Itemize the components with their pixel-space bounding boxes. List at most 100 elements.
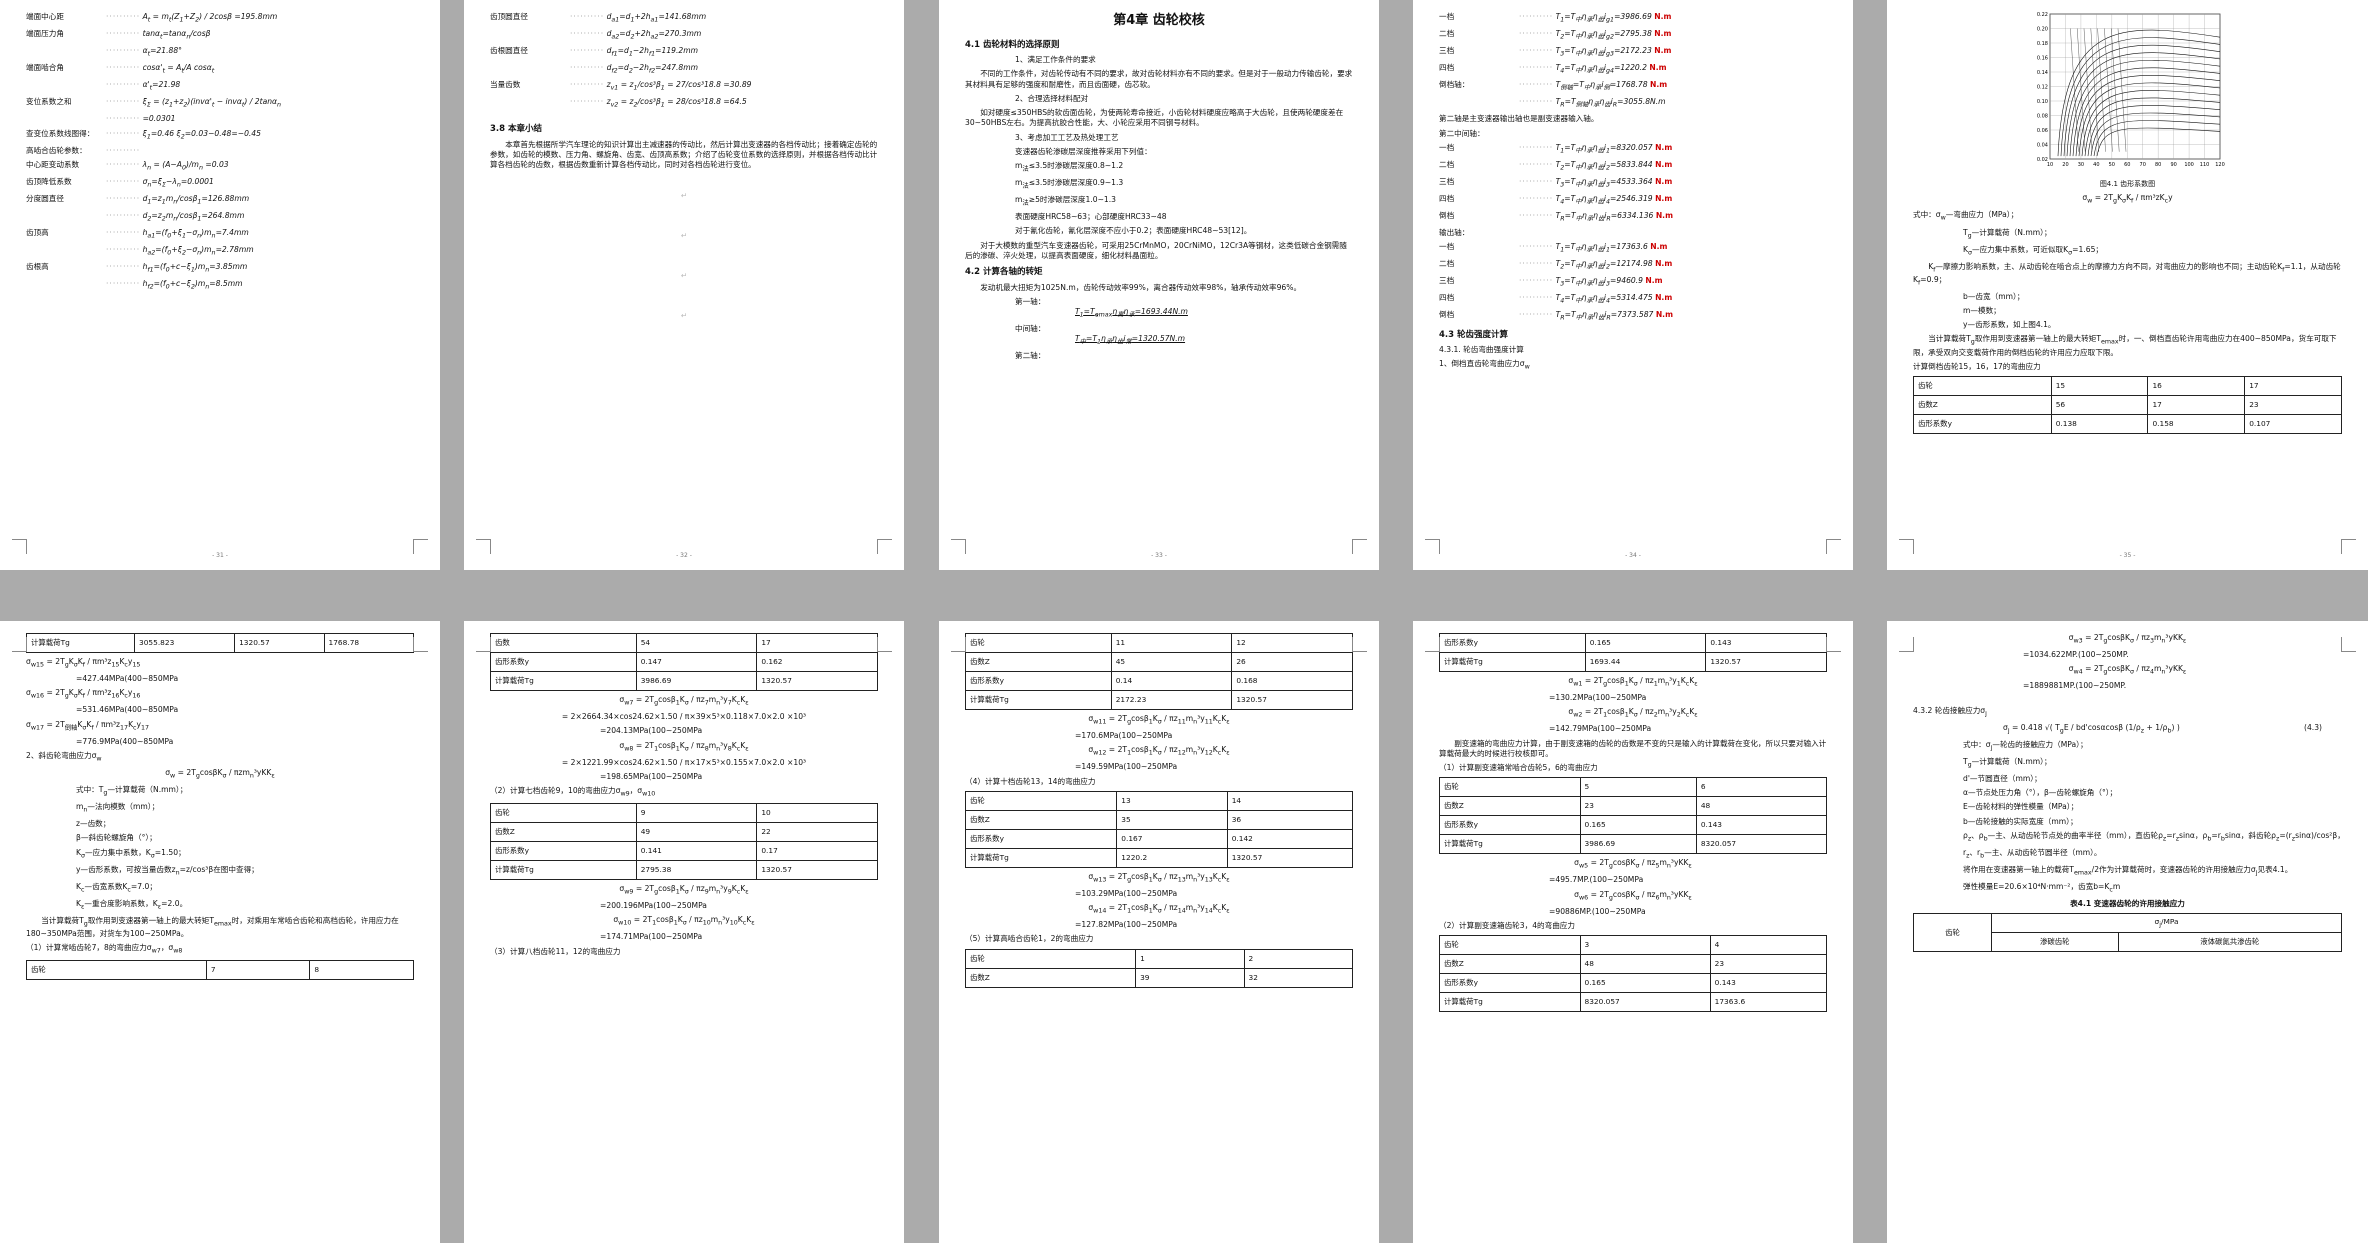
formula-line: σw16 = 2TgKσKf / πm³z16Kcy16 <box>26 688 141 700</box>
formula-line: 端面啮合角 ·········· cosα't = At/A cosαt <box>26 63 215 75</box>
formula-line: 分度圆直径 ·········· d1=z1mn/cosβ1=126.88mm <box>26 193 250 206</box>
note-line: 第二轴是主变速器输出轴也是副变速器输入轴。 <box>1439 114 1599 124</box>
formula: σw14 = 2T1cosβ1Kσ / πz14mn³y14KcKε <box>1088 903 1230 915</box>
table-cell: 渗碳齿轮 <box>1991 932 2119 953</box>
table-cell: 齿轮 <box>1439 935 1581 956</box>
table-cell: 16 <box>2147 376 2246 397</box>
formula-line: mn—法向模数（mm）； <box>76 802 160 814</box>
form-factor-curve <box>2072 67 2220 157</box>
page-number: - 35 - <box>2119 551 2136 559</box>
table-cell: 0.158 <box>2147 414 2246 435</box>
material-item: 表面硬度HRC58~63；心部硬度HRC33~48 <box>1015 212 1167 222</box>
table-cell: 0.165 <box>1579 815 1697 836</box>
y-tick-label: 0.10 <box>2036 99 2047 105</box>
table-cell: 3986.69 <box>1579 834 1697 855</box>
page-38: 齿轮 11 12 齿数Z 45 26 齿形系数y 0.14 0.168 计算载荷Tg 2172.23… <box>939 621 1379 1243</box>
material-item: 对于氰化齿轮，氰化层深度不应小于0.2；表面硬度HRC48~53[12]。 <box>1015 226 1252 236</box>
table-cell: 0.14 <box>1110 671 1233 691</box>
table-cell: 计算载荷Tg <box>1439 652 1586 672</box>
y-tick-label: 0.14 <box>2036 70 2047 76</box>
table-cell: 计算载荷Tg <box>25 633 136 653</box>
result: =127.82MPa(100~250MPa <box>1075 920 1178 930</box>
formula-line: σw17 = 2T倒轴KσKf / πm³z17Kcy17 <box>26 719 150 732</box>
table-row: 齿轮 σj/MPa <box>1912 913 2342 953</box>
page-32-lines: 齿顶圆直径 ·········· da1=d1+2ha1=141.68mm ····… <box>490 12 878 110</box>
table-cell: 齿数Z <box>1439 954 1581 975</box>
result: =130.2MPa(100~250MPa <box>1549 693 1647 703</box>
definition-line: Kσ—应力集中系数，可近似取Kσ=1.65； <box>1963 244 2103 257</box>
definition-line: 计算倒档齿轮15，16，17的弯曲应力 <box>1913 361 2041 371</box>
table-cell: 齿轮 <box>1913 376 2052 397</box>
formula-line: 倒档轴： ·········· T倒轴=T中η承i倒=1768.78 N.m <box>1439 80 1668 92</box>
table-cell: 54 <box>635 633 758 653</box>
formula-line: 四档 ·········· T4=T中η承η齿ig4=1220.2 N.m <box>1439 63 1667 75</box>
material-item: m法≥5时渗碳层深度1.0~1.3 <box>1015 195 1117 207</box>
formula-line: 中心距变动系数 ·········· λn = (A−A0)/mn =0.03 <box>26 159 229 172</box>
table-row: 齿数Z 39 32 <box>964 967 1354 988</box>
spur-results: σw15 = 2TgKσKf / πm³z15Kcy15 =427.44MPa(4… <box>26 657 414 747</box>
table-cell: 计算载荷Tg <box>490 860 637 881</box>
table-cell: 17 <box>2147 395 2246 416</box>
formula-line: 二档 ·········· T2=T中η承η齿i2=5833.844 N.m <box>1439 159 1673 172</box>
table-cell: 14 <box>1226 790 1354 811</box>
substitution: = 2×2664.34×cos24.62×1.50 / π×39×5³×0.11… <box>561 712 807 722</box>
formula-line: b—齿轮接触的实际宽度（mm）； <box>1963 816 2078 826</box>
material-item: 2、合理选择材料配对 <box>1015 93 1089 103</box>
sub-heading: （2）计算副变速箱齿轮3，4的弯曲应力 <box>1439 920 1575 930</box>
formula: σw8 = 2T1cosβ1Kσ / πz8mn³y8KcKε <box>619 740 749 753</box>
table-cell: 1220.2 <box>1116 847 1228 868</box>
table-cell: 齿轮 <box>965 633 1112 653</box>
page-number: - 32 - <box>676 551 692 559</box>
table-cell: 0.138 <box>2050 414 2149 435</box>
x-tick-label: 100 <box>2184 162 2194 168</box>
page-35: 0.22 0.20 0.18 0.16 0.14 0.12 0.10 0.08 0.06 0.04… <box>1887 0 2368 570</box>
y-tick-label: 0.16 <box>2036 56 2047 62</box>
table-cell: 17363.6 <box>1709 992 1828 1013</box>
table-cell: 齿数Z <box>1439 796 1581 817</box>
bending-formula: σw = 2TgKσKf / πm³zKcy <box>2082 193 2173 205</box>
output-shaft-torques: 一档 ·········· T1=T中η承η齿i1=17363.6 N.m 二档 ··… <box>1439 242 1827 323</box>
page-33: 第4章 齿轮校核 4.1 齿轮材料的选择原则 1、满足工作条件的要求 不同的工作条… <box>939 0 1379 570</box>
sub-heading: 4.3.2 轮齿接触应力σj <box>1913 705 1987 718</box>
formula-line: Tg—计算载荷（N.mm）； <box>1963 756 2052 769</box>
formula-line: α—节点处压力角（°），β—齿轮螺旋角（°）； <box>1963 788 2118 798</box>
table-cell: 3055.823 <box>134 633 236 653</box>
formula-line: ·········· df2=d2−2hf2=247.8mm <box>570 63 699 75</box>
table-cell: 齿轮 <box>1439 777 1581 798</box>
table-cell: 1320.57 <box>1705 652 1827 672</box>
summary-paragraph: 本章首先根据所学汽车理论的知识计算出主减速器的传动比，然后计算出变速器的各档传动… <box>490 139 878 170</box>
table-cell: 3986.69 <box>635 671 758 691</box>
x-tick-label: 120 <box>2215 162 2225 168</box>
formula-line: 三档 ·········· T3=T中η承η齿ig3=2172.23 N.m <box>1439 46 1672 58</box>
table-cell: 10 <box>756 803 878 824</box>
table-cell: 0.162 <box>756 652 878 672</box>
table-cell: 齿形系数y <box>1439 633 1586 653</box>
page-number: - 31 - <box>212 551 228 559</box>
table-cell: 5 <box>1579 777 1697 798</box>
table-cell: 齿轮 <box>26 960 207 981</box>
table-cell: 1320.57 <box>234 633 325 653</box>
x-tick-label: 90 <box>2170 162 2176 168</box>
table-cell: 0.107 <box>2244 414 2342 435</box>
formula: σw6 = 2TgcosβKσ / πz6mn³yKKε <box>1574 889 1692 902</box>
result: =198.65MPa(100~250MPa <box>600 771 703 781</box>
material-item: 不同的工作条件，对齿轮传动有不同的要求，故对齿轮材料亦有不同的要求。但是对于一般… <box>965 69 1353 89</box>
formula-line: 将作用在变速器第一轴上的载荷Temax/2作为计算载荷时，变速器齿轮的许用接触应… <box>1963 864 2293 877</box>
table-cell: 计算载荷Tg <box>964 847 1118 868</box>
tooth-form-chart: 0.22 0.20 0.18 0.16 0.14 0.12 0.10 0.08 0.06 0.04… <box>2028 8 2228 178</box>
table-row: 计算载荷Tg 8320.057 17363.6 <box>1439 992 1828 1013</box>
sub-heading: （1）计算副变速箱常啮合齿轮5，6的弯曲应力 <box>1439 763 1598 773</box>
x-tick-label: 60 <box>2124 162 2130 168</box>
table-cell: 齿数Z <box>490 822 637 843</box>
formula-line: z—齿数； <box>76 819 111 829</box>
page-32: 齿顶圆直径 ·········· da1=d1+2ha1=141.68mm ····… <box>464 0 904 570</box>
page-number: - 34 - <box>1625 551 1641 559</box>
definitions: 式中：σw—弯曲应力（MPa）； Tg—计算载荷（N.mm）； Kσ—应力集中系数，… <box>1913 210 2342 372</box>
table-cell: 13 <box>1116 790 1228 811</box>
x-tick-label: 40 <box>2093 162 2099 168</box>
table-row: 齿轮 11 12 <box>965 633 1353 653</box>
result: =1034.622MP.(100~250MP. <box>2023 650 2129 660</box>
table-cell: 45 <box>1110 652 1233 672</box>
table-row: 齿数 54 17 <box>490 633 878 653</box>
formula-line: 式中：Tg—计算载荷（N.mm）； <box>76 784 188 797</box>
